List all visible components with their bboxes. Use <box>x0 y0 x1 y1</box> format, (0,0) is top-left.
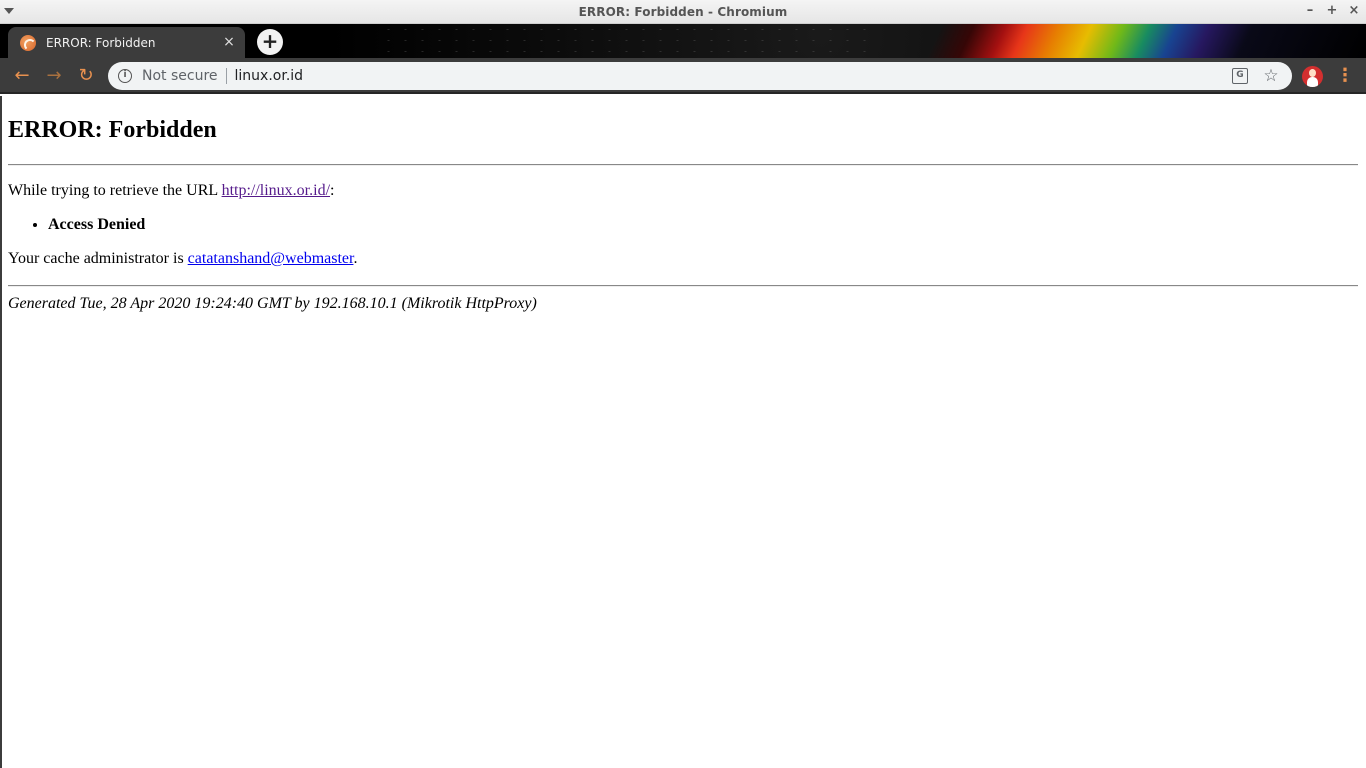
more-menu-icon[interactable]: ⋮ <box>1336 64 1354 88</box>
site-favicon-icon <box>20 34 36 51</box>
divider-bottom <box>8 285 1358 287</box>
admin-suffix: . <box>353 250 358 267</box>
tab-title: ERROR: Forbidden <box>46 35 156 50</box>
error-item: Access Denied <box>48 216 1358 234</box>
admin-message: Your cache administrator is catatanshand… <box>8 250 1358 268</box>
url-text[interactable]: linux.or.id <box>235 68 304 84</box>
retrieve-suffix: : <box>330 182 335 199</box>
forward-button[interactable]: → <box>42 64 66 88</box>
window-controls: – + × <box>1304 3 1360 19</box>
theme-rainbow <box>846 24 1366 58</box>
window-title: ERROR: Forbidden - Chromium <box>578 4 788 19</box>
bookmark-star-icon[interactable]: ☆ <box>1262 65 1280 87</box>
retrieve-prefix: While trying to retrieve the URL <box>8 182 222 199</box>
page-title: ERROR: Forbidden <box>8 117 217 143</box>
admin-email-link[interactable]: catatanshand@webmaster <box>188 250 354 267</box>
divider-top <box>8 164 1358 166</box>
admin-prefix: Your cache administrator is <box>8 250 188 267</box>
theme-background <box>380 24 880 58</box>
omnibox-divider <box>225 68 227 84</box>
back-button[interactable]: ← <box>10 64 34 88</box>
maximize-button[interactable]: + <box>1326 3 1338 19</box>
window-titlebar: ERROR: Forbidden - Chromium – + × <box>0 0 1366 24</box>
minimize-button[interactable]: – <box>1304 3 1316 19</box>
tab-active[interactable]: ERROR: Forbidden × <box>8 27 245 58</box>
new-tab-button[interactable]: + <box>257 29 283 55</box>
tab-strip: ERROR: Forbidden × + <box>0 24 1366 58</box>
retrieve-message: While trying to retrieve the URL http://… <box>8 182 1358 200</box>
security-status[interactable]: Not secure <box>142 68 218 84</box>
window-menu-icon[interactable] <box>4 8 14 14</box>
error-list: Access Denied <box>48 216 1358 234</box>
close-window-button[interactable]: × <box>1348 3 1360 19</box>
page-content: ERROR: Forbidden While trying to retriev… <box>0 96 1366 768</box>
info-icon[interactable]: i <box>118 69 132 83</box>
translate-icon[interactable]: G <box>1232 68 1248 84</box>
retrieve-url-link[interactable]: http://linux.or.id/ <box>222 182 330 199</box>
reload-button[interactable]: ↻ <box>74 64 98 88</box>
tab-close-icon[interactable]: × <box>221 34 237 50</box>
address-bar[interactable]: i Not secure linux.or.id G ☆ <box>108 62 1292 90</box>
browser-toolbar: ← → ↻ i Not secure linux.or.id G ☆ ⋮ <box>0 58 1366 94</box>
generated-footer: Generated Tue, 28 Apr 2020 19:24:40 GMT … <box>8 295 537 312</box>
profile-avatar[interactable] <box>1302 66 1323 87</box>
